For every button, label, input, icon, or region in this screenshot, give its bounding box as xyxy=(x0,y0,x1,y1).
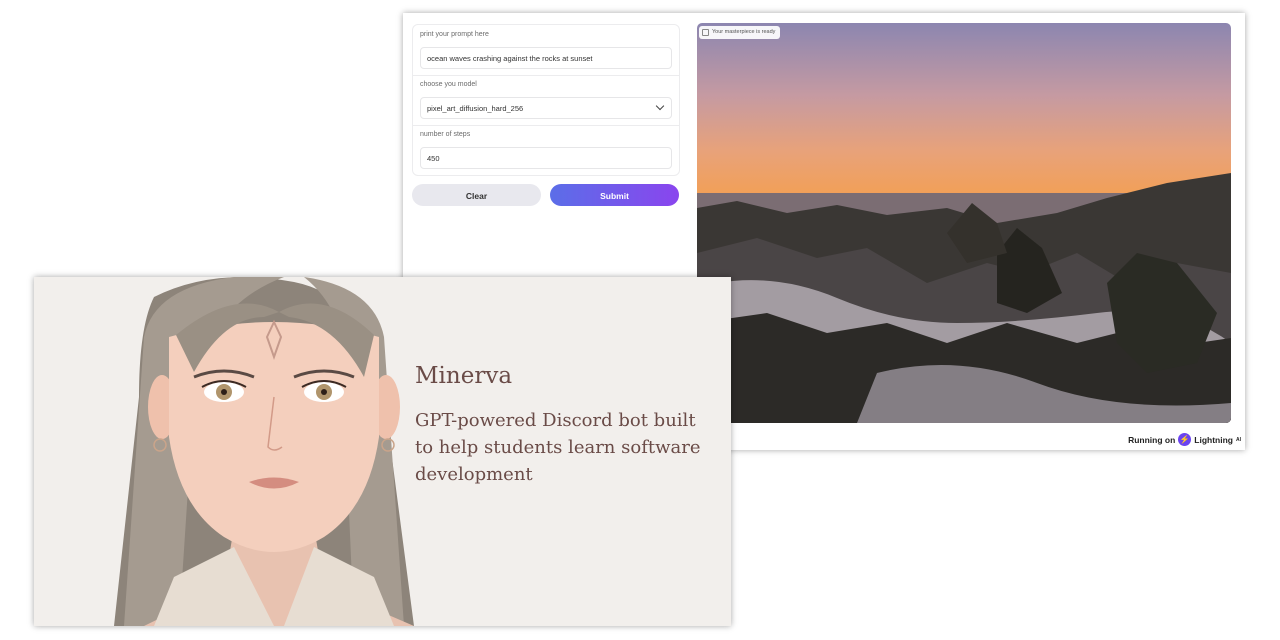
sunset-ocean-image xyxy=(697,23,1231,423)
clear-button[interactable]: Clear xyxy=(412,184,541,206)
submit-button[interactable]: Submit xyxy=(550,184,679,206)
model-select[interactable]: pixel_art_diffusion_hard_256 xyxy=(420,97,672,119)
output-image: Your masterpiece is ready xyxy=(697,23,1231,423)
minerva-title: Minerva xyxy=(415,363,513,389)
prompt-input[interactable]: ocean waves crashing against the rocks a… xyxy=(420,47,672,69)
output-badge-text: Your masterpiece is ready xyxy=(712,29,776,35)
minerva-portrait xyxy=(114,277,414,626)
output-badge: Your masterpiece is ready xyxy=(699,26,781,39)
form-panel: print your prompt here ocean waves crash… xyxy=(412,24,680,176)
minerva-card: Minerva GPT-powered Discord bot built to… xyxy=(34,277,731,626)
image-icon xyxy=(702,29,709,36)
prompt-field: print your prompt here ocean waves crash… xyxy=(413,25,679,76)
model-field: choose you model pixel_art_diffusion_har… xyxy=(413,75,679,126)
steps-field: number of steps 450 xyxy=(413,125,679,175)
model-select-value: pixel_art_diffusion_hard_256 xyxy=(427,104,524,113)
lightning-brand-sup: AI xyxy=(1236,436,1241,443)
steps-input[interactable]: 450 xyxy=(420,147,672,169)
prompt-label: print your prompt here xyxy=(420,31,489,38)
lightning-brand: Lightning xyxy=(1194,434,1233,445)
steps-label: number of steps xyxy=(420,131,471,138)
running-on-label: Running on xyxy=(1128,434,1176,445)
model-label: choose you model xyxy=(420,81,477,88)
minerva-tagline: GPT-powered Discord bot built to help st… xyxy=(415,410,701,485)
chevron-down-icon xyxy=(655,101,665,111)
running-on-footer[interactable]: Running on ⚡ Lightning AI xyxy=(1128,433,1241,446)
lightning-logo-icon: ⚡ xyxy=(1178,433,1192,446)
